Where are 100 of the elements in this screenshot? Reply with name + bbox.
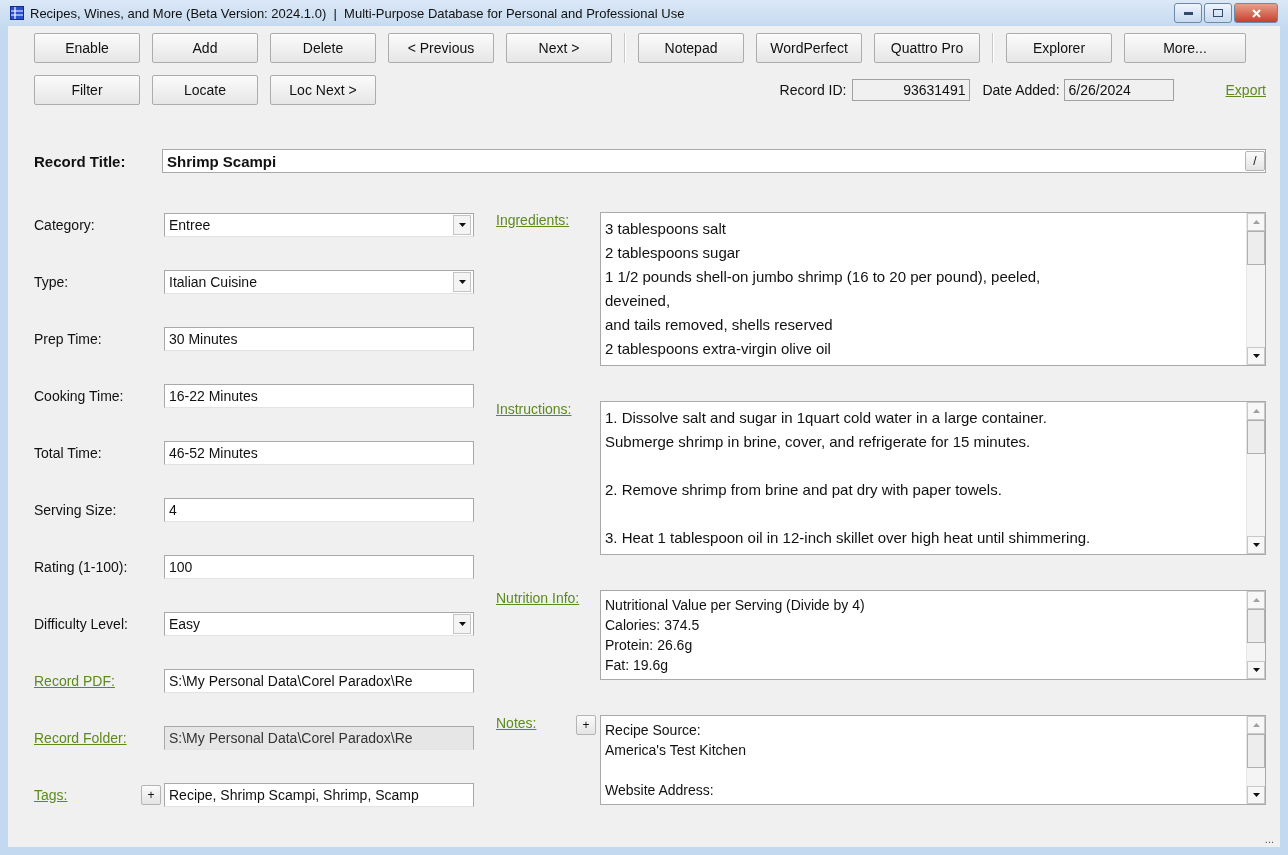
- resize-grip[interactable]: ...: [1264, 833, 1274, 845]
- memo-line: 1 1/2 pounds shell-on jumbo shrimp (16 to 20 per pound), peeled,: [605, 267, 1042, 287]
- close-button[interactable]: [1234, 3, 1278, 23]
- text-field[interactable]: 4: [164, 497, 474, 522]
- toolbar-button[interactable]: Notepad: [638, 33, 744, 63]
- add-button[interactable]: +: [576, 715, 596, 735]
- scroll-thumb[interactable]: [1247, 734, 1265, 768]
- dropdown-value: Entree: [169, 216, 211, 233]
- minimize-icon: [1183, 11, 1193, 15]
- scroll-up-button[interactable]: [1247, 402, 1265, 420]
- toolbar-button[interactable]: Loc Next >: [270, 75, 376, 105]
- toolbar-button[interactable]: < Previous: [388, 33, 494, 63]
- text-field[interactable]: S:\My Personal Data\Corel Paradox\Re: [164, 668, 474, 693]
- dropdown-field[interactable]: Entree: [164, 212, 474, 237]
- memo-line: 1. Dissolve salt and sugar in 1quart cold water in a large container.: [605, 408, 1048, 428]
- field-label: Type:: [34, 273, 69, 290]
- minimize-button[interactable]: [1174, 3, 1202, 23]
- text-field[interactable]: 100: [164, 554, 474, 579]
- memo-line: Calories: 374.5: [605, 616, 701, 635]
- maximize-icon: [1213, 9, 1223, 17]
- dropdown-field[interactable]: Easy: [164, 611, 474, 636]
- edit-button[interactable]: /: [1245, 151, 1265, 171]
- date-added-label: Date Added:: [982, 82, 1060, 98]
- scroll-up-icon: [1252, 723, 1260, 727]
- field-label: Category:: [34, 216, 95, 233]
- memo-field[interactable]: 3 tablespoons salt 2 tablespoons sugar 1 1/2 pounds shell-on jumbo shrimp (16 to 20 per pound), peeled, deveined, and tails removed, shells reserved 2 tablespoons extra-virgin olive oil: [600, 212, 1266, 366]
- memo-line: Nutritional Value per Serving (Divide by 4): [605, 596, 866, 615]
- field-label: Total Time:: [34, 444, 102, 461]
- caret-icon: [458, 621, 466, 626]
- scroll-thumb[interactable]: [1247, 231, 1265, 265]
- scroll-thumb[interactable]: [1247, 420, 1265, 454]
- record-title-field[interactable]: Shrimp Scampi /: [162, 149, 1266, 173]
- scroll-down-button[interactable]: [1247, 347, 1265, 365]
- table-icon: [10, 6, 24, 20]
- scrollbar[interactable]: [1246, 213, 1265, 365]
- toolbar-button[interactable]: Quattro Pro: [874, 33, 980, 63]
- field-label: Serving Size:: [34, 501, 117, 518]
- field-label: Cooking Time:: [34, 387, 124, 404]
- toolbar-button[interactable]: Explorer: [1006, 33, 1112, 63]
- toolbar-button[interactable]: Add: [152, 33, 258, 63]
- scroll-up-icon: [1252, 220, 1260, 224]
- field-label: Difficulty Level:: [34, 615, 128, 632]
- memo-line: Protein: 26.6g: [605, 636, 694, 655]
- memo-field[interactable]: [600, 401, 1266, 555]
- scrollbar[interactable]: [1246, 402, 1265, 554]
- toolbar-button[interactable]: Filter: [34, 75, 140, 105]
- memo-line: Recipe Source:: [605, 721, 702, 740]
- scrollbar[interactable]: [1246, 716, 1265, 804]
- scroll-down-button[interactable]: [1247, 536, 1265, 554]
- field-link[interactable]: Record PDF:: [34, 672, 115, 689]
- scroll-up-button[interactable]: [1247, 213, 1265, 231]
- scroll-up-button[interactable]: [1247, 591, 1265, 609]
- maximize-button[interactable]: [1204, 3, 1232, 23]
- scrollbar[interactable]: [1246, 591, 1265, 679]
- memo-line: 3 tablespoons salt: [605, 219, 727, 239]
- toolbar-button[interactable]: More...: [1124, 33, 1246, 63]
- memo-line: Fat: 19.6g: [605, 656, 670, 675]
- caret-icon: [1252, 354, 1260, 358]
- memo-line: Website Address:: [605, 781, 715, 800]
- toolbar-button[interactable]: Enable: [34, 33, 140, 63]
- dropdown-button[interactable]: [453, 613, 471, 634]
- memo-line: Submerge shrimp in brine, cover, and refrigerate for 15 minutes.: [605, 432, 1032, 452]
- text-field[interactable]: 46-52 Minutes: [164, 440, 474, 465]
- toolbar-button[interactable]: Locate: [152, 75, 258, 105]
- scroll-up-icon: [1252, 409, 1260, 413]
- memo-line: 2 tablespoons extra-virgin olive oil: [605, 339, 832, 359]
- caret-icon: [458, 222, 466, 227]
- field-link[interactable]: Tags:: [34, 786, 68, 803]
- toolbar-button[interactable]: Next >: [506, 33, 612, 63]
- export-link[interactable]: Export: [1225, 82, 1266, 98]
- scroll-thumb[interactable]: [1247, 609, 1265, 643]
- caret-icon: [1252, 543, 1260, 547]
- memo-link[interactable]: Notes:: [496, 715, 537, 735]
- dropdown-field[interactable]: Italian Cuisine: [164, 269, 474, 294]
- caret-icon: [1252, 668, 1260, 672]
- dropdown-value: Italian Cuisine: [169, 273, 257, 290]
- memo-line: 2 tablespoons sugar: [605, 243, 742, 263]
- text-field[interactable]: 30 Minutes: [164, 326, 474, 351]
- toolbar-button[interactable]: WordPerfect: [756, 33, 862, 63]
- toolbar-button[interactable]: Delete: [270, 33, 376, 63]
- memo-link[interactable]: Instructions:: [496, 401, 572, 417]
- add-button[interactable]: +: [141, 784, 161, 805]
- scroll-down-button[interactable]: [1247, 786, 1265, 804]
- dropdown-button[interactable]: [453, 214, 471, 235]
- date-added-field: 6/26/2024: [1063, 79, 1174, 101]
- text-field[interactable]: 16-22 Minutes: [164, 383, 474, 408]
- memo-link[interactable]: Nutrition Info:: [496, 590, 580, 606]
- close-icon: [1251, 8, 1261, 18]
- memo-line: and tails removed, shells reserved: [605, 315, 834, 335]
- record-title-label: Record Title:: [34, 152, 127, 170]
- scroll-up-button[interactable]: [1247, 716, 1265, 734]
- dropdown-button[interactable]: [453, 271, 471, 292]
- caret-icon: [1252, 793, 1260, 797]
- memo-field[interactable]: Nutritional Value per Serving (Divide by 4) Calories: 374.5 Protein: 26.6g Fat: 19.6g: [600, 590, 1266, 680]
- window-title: Recipes, Wines, and More (Beta Version: 2024.1.0) | Multi-Purpose Database for Personal and Professional Use: [30, 5, 686, 21]
- memo-link[interactable]: Ingredients:: [496, 212, 570, 228]
- memo-field[interactable]: Recipe Source: America's Test Kitchen Website Address:: [600, 715, 1266, 805]
- memo-line: 2. Remove shrimp from brine and pat dry with paper towels.: [605, 480, 1003, 500]
- tags-field[interactable]: Recipe, Shrimp Scampi, Shrimp, Scamp: [164, 782, 474, 807]
- scroll-down-button[interactable]: [1247, 661, 1265, 679]
